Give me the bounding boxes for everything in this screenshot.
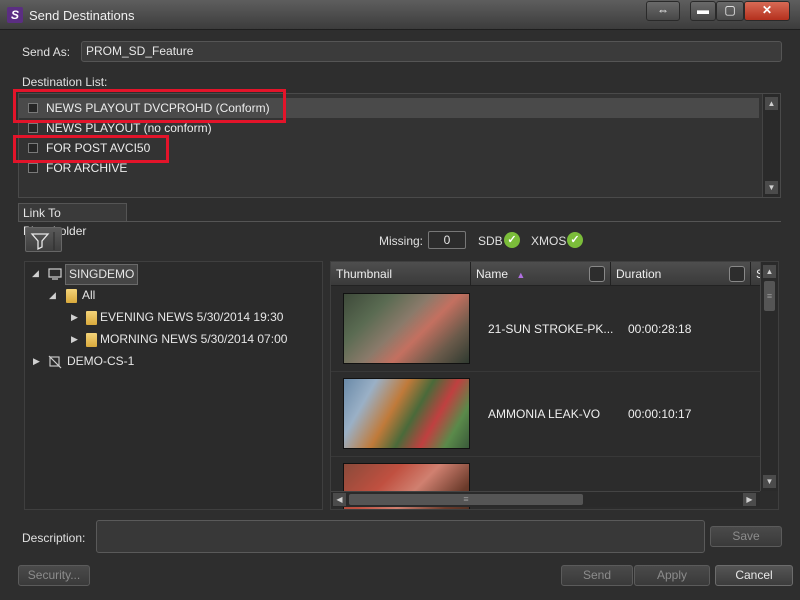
row-name: AMMONIA LEAK-VO: [488, 407, 601, 421]
tree-node-label: DEMO-CS-1: [67, 354, 135, 368]
scroll-up-icon[interactable]: ▲: [765, 97, 778, 110]
missing-count: 0: [428, 231, 466, 249]
sort-ascending-icon: ▲: [516, 270, 526, 280]
destination-checkbox[interactable]: [28, 123, 38, 133]
tab-link-to-placeholder[interactable]: Link To Placeholder: [18, 203, 127, 238]
scroll-left-icon[interactable]: ◀: [333, 493, 346, 506]
video-thumbnail: [343, 293, 470, 364]
placeholder-grid: Thumbnail Name ▲ Duration S 21-SUN STROK…: [330, 261, 779, 510]
grid-vertical-scrollbar[interactable]: ▲ ≡ ▼: [760, 262, 778, 491]
xmos-label: XMOS: [531, 234, 567, 248]
folder-icon: [66, 289, 77, 303]
column-header-label: Name: [476, 267, 509, 281]
row-duration: 00:00:10:17: [628, 407, 692, 421]
expand-icon[interactable]: ▶: [71, 330, 78, 349]
funnel-icon: [30, 232, 55, 251]
placeholder-tree: ◢ SINGDEMO ◢ All ▶ EVENING NEWS 5/30/201…: [24, 261, 323, 510]
destination-label: NEWS PLAYOUT (no conform): [46, 121, 212, 135]
window-title: Send Destinations: [29, 8, 135, 23]
column-header-name[interactable]: Name ▲: [471, 262, 611, 286]
destination-scrollbar[interactable]: ▲ ▼: [762, 94, 780, 197]
description-input[interactable]: [96, 520, 705, 553]
save-button[interactable]: Save: [710, 526, 782, 547]
column-header-thumbnail[interactable]: Thumbnail: [331, 262, 471, 286]
column-header-duration[interactable]: Duration: [611, 262, 751, 286]
apply-button[interactable]: Apply: [634, 565, 710, 586]
maximize-button[interactable]: ▢: [716, 1, 744, 21]
folder-icon: [86, 311, 97, 325]
tree-node-label: All: [82, 288, 96, 302]
table-row[interactable]: 21-SUN STROKE-PK... 00:00:28:18: [331, 287, 761, 372]
scroll-thumb[interactable]: ≡: [764, 281, 775, 311]
title-bar: S Send Destinations ⇔ ▬ ▢ ✕: [0, 0, 800, 30]
send-as-input[interactable]: PROM_SD_Feature: [81, 41, 782, 62]
row-duration: 00:00:28:18: [628, 322, 692, 336]
close-button[interactable]: ✕: [744, 1, 790, 21]
send-as-label: Send As:: [22, 45, 71, 59]
collapse-icon[interactable]: ◢: [49, 286, 56, 305]
highlight-box: [13, 135, 169, 163]
send-button[interactable]: Send: [561, 565, 633, 586]
highlight-box: [13, 89, 286, 123]
security-button[interactable]: Security...: [18, 565, 90, 586]
destination-label: FOR ARCHIVE: [46, 161, 128, 175]
collapse-icon[interactable]: ◢: [32, 264, 39, 283]
video-thumbnail: [343, 378, 470, 449]
table-row[interactable]: AMMONIA LEAK-VO 00:00:10:17: [331, 372, 761, 457]
column-filter-icon[interactable]: [729, 266, 745, 282]
app-logo-icon: S: [7, 7, 23, 23]
destination-checkbox[interactable]: [28, 163, 38, 173]
row-name: 21-SUN STROKE-PK...: [488, 322, 614, 336]
tree-node-label: EVENING NEWS 5/30/2014 19:30: [100, 310, 284, 324]
cancel-button[interactable]: Cancel: [715, 565, 793, 586]
sdb-label: SDB: [478, 234, 503, 248]
restore-size-button[interactable]: ⇔: [646, 1, 680, 21]
disconnected-server-icon: [48, 355, 62, 369]
scroll-thumb[interactable]: ≡: [349, 494, 583, 505]
xmos-check-icon: ✓: [567, 232, 583, 248]
expand-icon[interactable]: ▶: [71, 308, 78, 327]
minimize-button[interactable]: ▬: [690, 1, 716, 21]
column-header-label: Duration: [616, 267, 662, 281]
folder-icon: [86, 333, 97, 347]
scroll-down-icon[interactable]: ▼: [763, 475, 776, 488]
destination-list-label: Destination List:: [22, 75, 108, 89]
scroll-down-icon[interactable]: ▼: [765, 181, 778, 194]
grid-horizontal-scrollbar[interactable]: ◀ ≡ ▶: [331, 491, 760, 507]
tree-node-label: SINGDEMO: [65, 264, 139, 285]
scroll-right-icon[interactable]: ▶: [743, 493, 756, 506]
column-filter-icon[interactable]: [589, 266, 605, 282]
description-label: Description:: [22, 531, 86, 545]
scroll-up-icon[interactable]: ▲: [763, 265, 776, 278]
missing-label: Missing:: [379, 234, 424, 248]
tree-node-label: MORNING NEWS 5/30/2014 07:00: [100, 332, 288, 346]
sdb-check-icon: ✓: [504, 232, 520, 248]
monitor-icon: [48, 268, 62, 280]
expand-icon[interactable]: ▶: [33, 352, 40, 371]
filter-button[interactable]: [25, 227, 62, 252]
